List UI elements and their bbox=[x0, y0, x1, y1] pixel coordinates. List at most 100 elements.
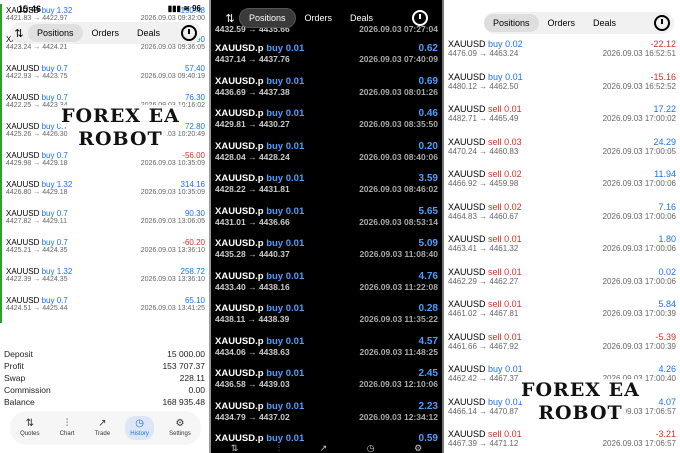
deal-row[interactable]: XAUUSD buy 0.7 90.30 4427.82 → 4429.11 2026… bbox=[0, 207, 209, 236]
deal-row[interactable]: XAUUSD buy 1.32 258.72 4422.39 → 4424.35 20… bbox=[0, 265, 209, 294]
right-tab-bar: Positions Orders Deals bbox=[484, 12, 674, 34]
deal-row[interactable]: XAUUSD.p buy 0.01 2.45 4436.58 → 4439.03 20… bbox=[211, 365, 442, 398]
deal-row[interactable]: XAUUSD buy 0.01 -15.16 4480.12 → 4462.50 20… bbox=[444, 69, 680, 102]
deal-symbol: XAUUSD.p bbox=[215, 108, 264, 119]
deal-header: XAUUSD buy 0.7 76.30 bbox=[6, 91, 205, 102]
deal-profit: 57.40 bbox=[184, 64, 205, 73]
deal-row[interactable]: XAUUSD sell 0.01 -3.21 4467.39 → 4471.12 20… bbox=[444, 426, 680, 453]
deal-row[interactable]: XAUUSD sell 0.03 24.29 4470.24 → 4460.83 20… bbox=[444, 134, 680, 167]
settings-icon[interactable]: ⚙ bbox=[414, 443, 422, 453]
deal-header: XAUUSD.p buy 0.01 0.20 bbox=[215, 138, 438, 152]
deal-row[interactable]: XAUUSD.p buy 0.01 4.57 4434.06 → 4438.63 20… bbox=[211, 333, 442, 366]
deal-row[interactable]: XAUUSD sell 0.01 5.84 4461.02 → 4467.81 202… bbox=[444, 296, 680, 329]
deal-side: buy 0.7 bbox=[41, 238, 68, 247]
deal-time: 2026.09.03 16:52:51 bbox=[602, 49, 676, 58]
deal-row[interactable]: XAUUSD buy 0.7 65.10 4424.51 → 4425.44 2026… bbox=[0, 294, 209, 323]
tab-orders[interactable]: Orders bbox=[539, 14, 585, 32]
deal-time: 2026.09.03 17:00:06 bbox=[602, 211, 676, 221]
history-icon[interactable]: ◷ bbox=[367, 443, 375, 453]
deal-profit: 314.16 bbox=[180, 180, 205, 189]
deal-profit: 90.30 bbox=[184, 209, 205, 218]
deal-profit: -56.00 bbox=[182, 151, 205, 160]
deal-prices: 4433.40 → 4438.16 bbox=[215, 281, 290, 292]
deal-profit: 2.45 bbox=[418, 368, 438, 379]
deal-row[interactable]: XAUUSD buy 0.7 57.40 4422.93 → 4423.75 2026… bbox=[0, 62, 209, 91]
deal-row[interactable]: XAUUSD sell 0.02 11.94 4466.92 → 4459.98 20… bbox=[444, 166, 680, 199]
deal-time: 2026.09.03 07:40:09 bbox=[359, 54, 438, 64]
deal-symbol: XAUUSD.p bbox=[215, 140, 264, 152]
deal-row[interactable]: XAUUSD buy 0.7 -56.00 4429.98 → 4429.18 202… bbox=[0, 149, 209, 178]
deal-time: 2026.09.03 11:48:25 bbox=[359, 346, 438, 357]
deal-header: XAUUSD buy 0.01 -15.16 bbox=[448, 69, 676, 82]
deal-profit: 258.72 bbox=[180, 267, 205, 276]
deal-details: 4467.39 → 4471.12 2026.09.03 17:06:57 bbox=[448, 439, 676, 448]
deal-prices: 4461.66 → 4467.92 bbox=[448, 341, 519, 351]
deal-profit: -22.12 bbox=[650, 39, 676, 49]
deal-details: 4461.66 → 4467.92 2026.09.03 17:00:39 bbox=[448, 342, 676, 351]
deal-symbol: XAUUSD bbox=[448, 396, 486, 407]
deal-profit: 3.59 bbox=[418, 173, 438, 184]
middle-deal-list: 4432.59 → 4435.66 2026.09.03 07:27:04 XAUU… bbox=[211, 10, 442, 453]
deal-row[interactable]: XAUUSD.p buy 0.01 5.09 4435.28 → 4440.37 20… bbox=[211, 235, 442, 268]
deal-row[interactable]: XAUUSD sell 0.01 -5.39 4461.66 → 4467.92 20… bbox=[444, 329, 680, 362]
deal-prices: 4422.93 → 4423.75 bbox=[6, 73, 68, 80]
history-clock-icon[interactable] bbox=[654, 15, 670, 31]
deal-row[interactable]: XAUUSD sell 0.02 7.16 4464.83 → 4460.67 202… bbox=[444, 199, 680, 232]
deal-row[interactable]: XAUUSD sell 0.01 0.02 4462.29 → 4462.27 202… bbox=[444, 264, 680, 297]
deal-row[interactable]: XAUUSD.p buy 0.01 3.59 4428.22 → 4431.81 20… bbox=[211, 170, 442, 203]
deal-side: buy 0.7 bbox=[41, 151, 68, 160]
deal-row[interactable]: XAUUSD sell 0.01 1.80 4463.41 → 4461.32 202… bbox=[444, 231, 680, 264]
nav-trade[interactable]: ↗ Trade bbox=[90, 416, 115, 440]
deal-row[interactable]: XAUUSD buy 0.02 -22.12 4476.09 → 4463.24 20… bbox=[444, 36, 680, 69]
deal-row[interactable]: XAUUSD.p buy 0.01 4.76 4433.40 → 4438.16 20… bbox=[211, 268, 442, 301]
history-clock-icon[interactable] bbox=[181, 25, 197, 41]
nav-settings[interactable]: ⚙ Settings bbox=[164, 416, 196, 440]
nav-chart[interactable]: ⫶ Chart bbox=[55, 416, 80, 440]
deal-row[interactable]: XAUUSD.p buy 0.01 0.20 4428.04 → 4428.24 20… bbox=[211, 138, 442, 171]
deal-row[interactable]: XAUUSD.p buy 0.01 5.65 4431.01 → 4436.66 20… bbox=[211, 203, 442, 236]
deal-profit: 4.57 bbox=[418, 335, 438, 347]
chart-icon[interactable]: ⫶ bbox=[278, 443, 280, 453]
nav-quotes[interactable]: ⇅ Quotes bbox=[15, 416, 44, 440]
deal-row[interactable]: XAUUSD.p buy 0.01 0.46 4429.81 → 4430.27 20… bbox=[211, 105, 442, 138]
deal-prices: 4476.09 → 4463.24 bbox=[448, 49, 519, 58]
deal-row[interactable]: XAUUSD.p buy 0.01 2.23 4434.79 → 4437.02 20… bbox=[211, 398, 442, 431]
deal-row[interactable]: XAUUSD sell 0.01 17.22 4482.71 → 4465.49 20… bbox=[444, 101, 680, 134]
trade-icon[interactable]: ↗ bbox=[320, 443, 328, 453]
deal-time: 2026.09.03 17:00:02 bbox=[602, 114, 676, 123]
deal-profit: 5.84 bbox=[658, 299, 676, 309]
deal-details: 4438.11 → 4438.39 2026.09.03 11:35:22 bbox=[215, 314, 438, 324]
deal-profit: 4.76 bbox=[418, 270, 438, 282]
tab-deals[interactable]: Deals bbox=[341, 9, 382, 27]
history-clock-icon[interactable] bbox=[412, 10, 428, 26]
deal-prices: 4429.98 → 4429.18 bbox=[6, 160, 68, 167]
deal-header: XAUUSD.p buy 0.01 4.76 bbox=[215, 268, 438, 282]
deal-time: 2026.09.03 17:06:57 bbox=[602, 439, 676, 448]
deal-symbol: XAUUSD.p bbox=[215, 335, 264, 347]
nav-history[interactable]: ◷ History bbox=[125, 416, 154, 440]
deal-side: sell 0.02 bbox=[488, 201, 522, 212]
tab-orders[interactable]: Orders bbox=[83, 24, 129, 42]
quotes-icon[interactable]: ⇅ bbox=[231, 443, 239, 453]
deal-profit: -5.39 bbox=[655, 331, 676, 342]
deal-details: 4422.39 → 4424.35 2026.09.03 13:36:10 bbox=[6, 276, 205, 283]
deal-row[interactable]: XAUUSD.p buy 0.01 0.62 4437.14 → 4437.76 20… bbox=[211, 40, 442, 73]
tab-deals[interactable]: Deals bbox=[128, 24, 169, 42]
sort-icon[interactable]: ⇅ bbox=[221, 9, 239, 27]
settings-icon: ⚙ bbox=[175, 418, 185, 429]
deal-row[interactable]: XAUUSD buy 1.32 314.16 4426.80 → 4429.18 20… bbox=[0, 178, 209, 207]
deal-prices: 4429.81 → 4430.27 bbox=[215, 119, 290, 129]
deal-header: XAUUSD.p buy 0.01 2.45 bbox=[215, 365, 438, 379]
deal-details: 4429.98 → 4429.18 2026.09.03 10:35:09 bbox=[6, 160, 205, 167]
tab-positions[interactable]: Positions bbox=[239, 8, 296, 28]
tab-orders[interactable]: Orders bbox=[296, 9, 342, 27]
deal-profit: 11.94 bbox=[654, 169, 676, 179]
sort-icon[interactable]: ⇅ bbox=[10, 24, 28, 42]
deal-row[interactable]: XAUUSD.p buy 0.01 0.69 4436.69 → 4437.38 20… bbox=[211, 73, 442, 106]
tab-deals[interactable]: Deals bbox=[584, 14, 625, 32]
deal-symbol: XAUUSD.p bbox=[215, 270, 264, 282]
deal-row[interactable]: XAUUSD buy 0.7 -60.20 4425.21 → 4424.35 202… bbox=[0, 236, 209, 265]
deal-row[interactable]: XAUUSD.p buy 0.01 0.28 4438.11 → 4438.39 20… bbox=[211, 300, 442, 333]
tab-positions[interactable]: Positions bbox=[484, 14, 539, 32]
tab-positions[interactable]: Positions bbox=[28, 24, 83, 42]
